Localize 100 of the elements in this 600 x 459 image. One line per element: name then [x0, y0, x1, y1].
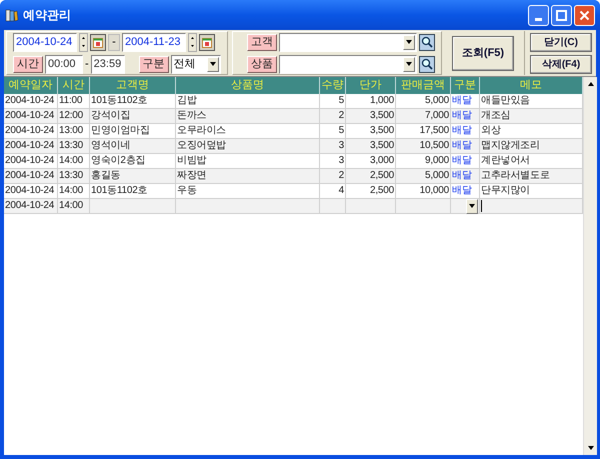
table-cell: 14:00	[59, 154, 84, 168]
table-cell: 5,000	[424, 94, 449, 108]
date-from-field[interactable]: 2004-10-24	[13, 32, 77, 52]
table-cell: 배달	[452, 139, 472, 153]
calendar-icon	[93, 36, 103, 48]
dropdown-button[interactable]	[403, 56, 415, 72]
table-cell: 2	[338, 169, 344, 183]
column-header[interactable]: 단가	[346, 77, 396, 94]
table-cell: 배달	[452, 169, 472, 183]
spin-button[interactable]	[79, 32, 88, 52]
table-cell: 2,500	[370, 184, 394, 198]
time-label: 시간	[13, 56, 43, 72]
spin-button[interactable]	[188, 32, 197, 52]
caret-icon	[406, 62, 412, 66]
table-cell: 7,000	[424, 109, 449, 123]
table-cell: 배달	[452, 94, 472, 108]
column-header[interactable]: 구분	[451, 77, 480, 94]
table-cell: 4	[338, 184, 344, 198]
table-cell: 13:30	[59, 139, 84, 153]
search-button[interactable]	[419, 34, 435, 50]
table-cell: 2004-10-24	[5, 124, 54, 138]
caret-icon	[469, 204, 475, 208]
search-button[interactable]: 조회(F5)	[452, 36, 514, 70]
calendar-icon	[202, 36, 212, 48]
table-cell: 외상	[481, 124, 501, 138]
table-cell: 계란넣어서	[481, 154, 530, 168]
dropdown-button[interactable]	[206, 56, 219, 72]
table-cell: 2,500	[370, 169, 394, 183]
column-header[interactable]: 고객명	[90, 77, 176, 94]
table-cell: 배달	[452, 184, 472, 198]
caret-icon	[210, 62, 216, 66]
search-icon	[421, 58, 433, 70]
table-cell: 3,500	[370, 139, 394, 153]
category-label: 구분	[138, 56, 169, 72]
table-cell: 10,000	[420, 184, 449, 198]
table-cell: 3	[338, 154, 344, 168]
column-header[interactable]: 상품명	[176, 77, 320, 94]
search-button[interactable]	[419, 56, 435, 72]
maximize-icon	[556, 10, 567, 20]
category-dropdown[interactable]: 전체	[170, 54, 221, 74]
table-cell: 101동1102호	[91, 94, 148, 108]
table-cell: 14:00	[59, 184, 84, 198]
table-cell: 5	[338, 124, 344, 138]
time-from-field[interactable]: 00:00	[45, 54, 83, 74]
table-cell: 3	[338, 139, 344, 153]
product-label: 상품	[247, 56, 277, 72]
table-cell: 영석이네	[91, 139, 130, 153]
table-cell: 단무지많이	[481, 184, 530, 198]
table-cell: 1,000	[370, 94, 394, 108]
close-app-button[interactable]: 닫기(C)	[530, 32, 592, 52]
column-header[interactable]: 수량	[320, 77, 346, 94]
table-cell: 3,500	[370, 109, 394, 123]
dropdown-button[interactable]	[466, 198, 478, 214]
table-cell: 14:00	[59, 199, 84, 213]
table-cell: 5,000	[424, 169, 449, 183]
time-to-field[interactable]: 23:59	[90, 54, 125, 74]
table-cell: 2004-10-24	[5, 139, 54, 153]
table-cell: 13:00	[59, 124, 84, 138]
table-cell: 17,500	[420, 124, 449, 138]
books-icon	[5, 8, 19, 22]
table-cell: 5	[338, 94, 344, 108]
date-to-field[interactable]: 2004-11-23	[122, 32, 186, 52]
table-cell: 101동1102호	[91, 184, 148, 198]
calendar-button[interactable]	[199, 34, 215, 50]
table-cell: 우동	[177, 184, 197, 198]
table-cell: 비빔밥	[177, 154, 206, 168]
column-header[interactable]: 예약일자	[4, 77, 58, 94]
table-cell: 강석이집	[91, 109, 130, 123]
table-cell: 3,500	[370, 124, 394, 138]
table-cell: 돈까스	[177, 109, 206, 123]
table-cell: 3,000	[370, 154, 394, 168]
table-cell: 2	[338, 109, 344, 123]
table-cell: 홍길동	[91, 169, 120, 183]
search-icon	[421, 36, 433, 48]
table-cell: 김밥	[177, 94, 197, 108]
maximize-button[interactable]	[551, 4, 572, 26]
delete-button[interactable]: 삭제(F4)	[530, 54, 592, 74]
table-cell: 오무라이스	[177, 124, 226, 138]
column-header[interactable]: 판매금액	[396, 77, 451, 94]
minimize-icon	[535, 18, 542, 20]
customer-dropdown[interactable]	[279, 32, 417, 52]
table-cell: 민영이엄마집	[91, 124, 150, 138]
minimize-button[interactable]	[528, 4, 549, 26]
table-cell: 13:30	[59, 169, 84, 183]
table-cell: 개조심	[481, 109, 510, 123]
column-header[interactable]: 메모	[480, 77, 583, 94]
table-cell: 9,000	[424, 154, 449, 168]
table-cell: 맵지않게조리	[481, 139, 540, 153]
close-button[interactable]	[574, 4, 595, 26]
column-header[interactable]: 시간	[58, 77, 90, 94]
scrollbar[interactable]	[583, 77, 597, 455]
dropdown-button[interactable]	[403, 34, 415, 50]
product-dropdown[interactable]	[279, 54, 417, 74]
time-separator: -	[85, 56, 89, 72]
table-cell: 2004-10-24	[5, 109, 54, 123]
table-cell: 배달	[452, 109, 472, 123]
table-cell: 11:00	[59, 94, 82, 108]
table-cell: 고추라서별도로	[481, 169, 550, 183]
calendar-button[interactable]	[90, 34, 106, 50]
table-cell: 배달	[452, 154, 472, 168]
